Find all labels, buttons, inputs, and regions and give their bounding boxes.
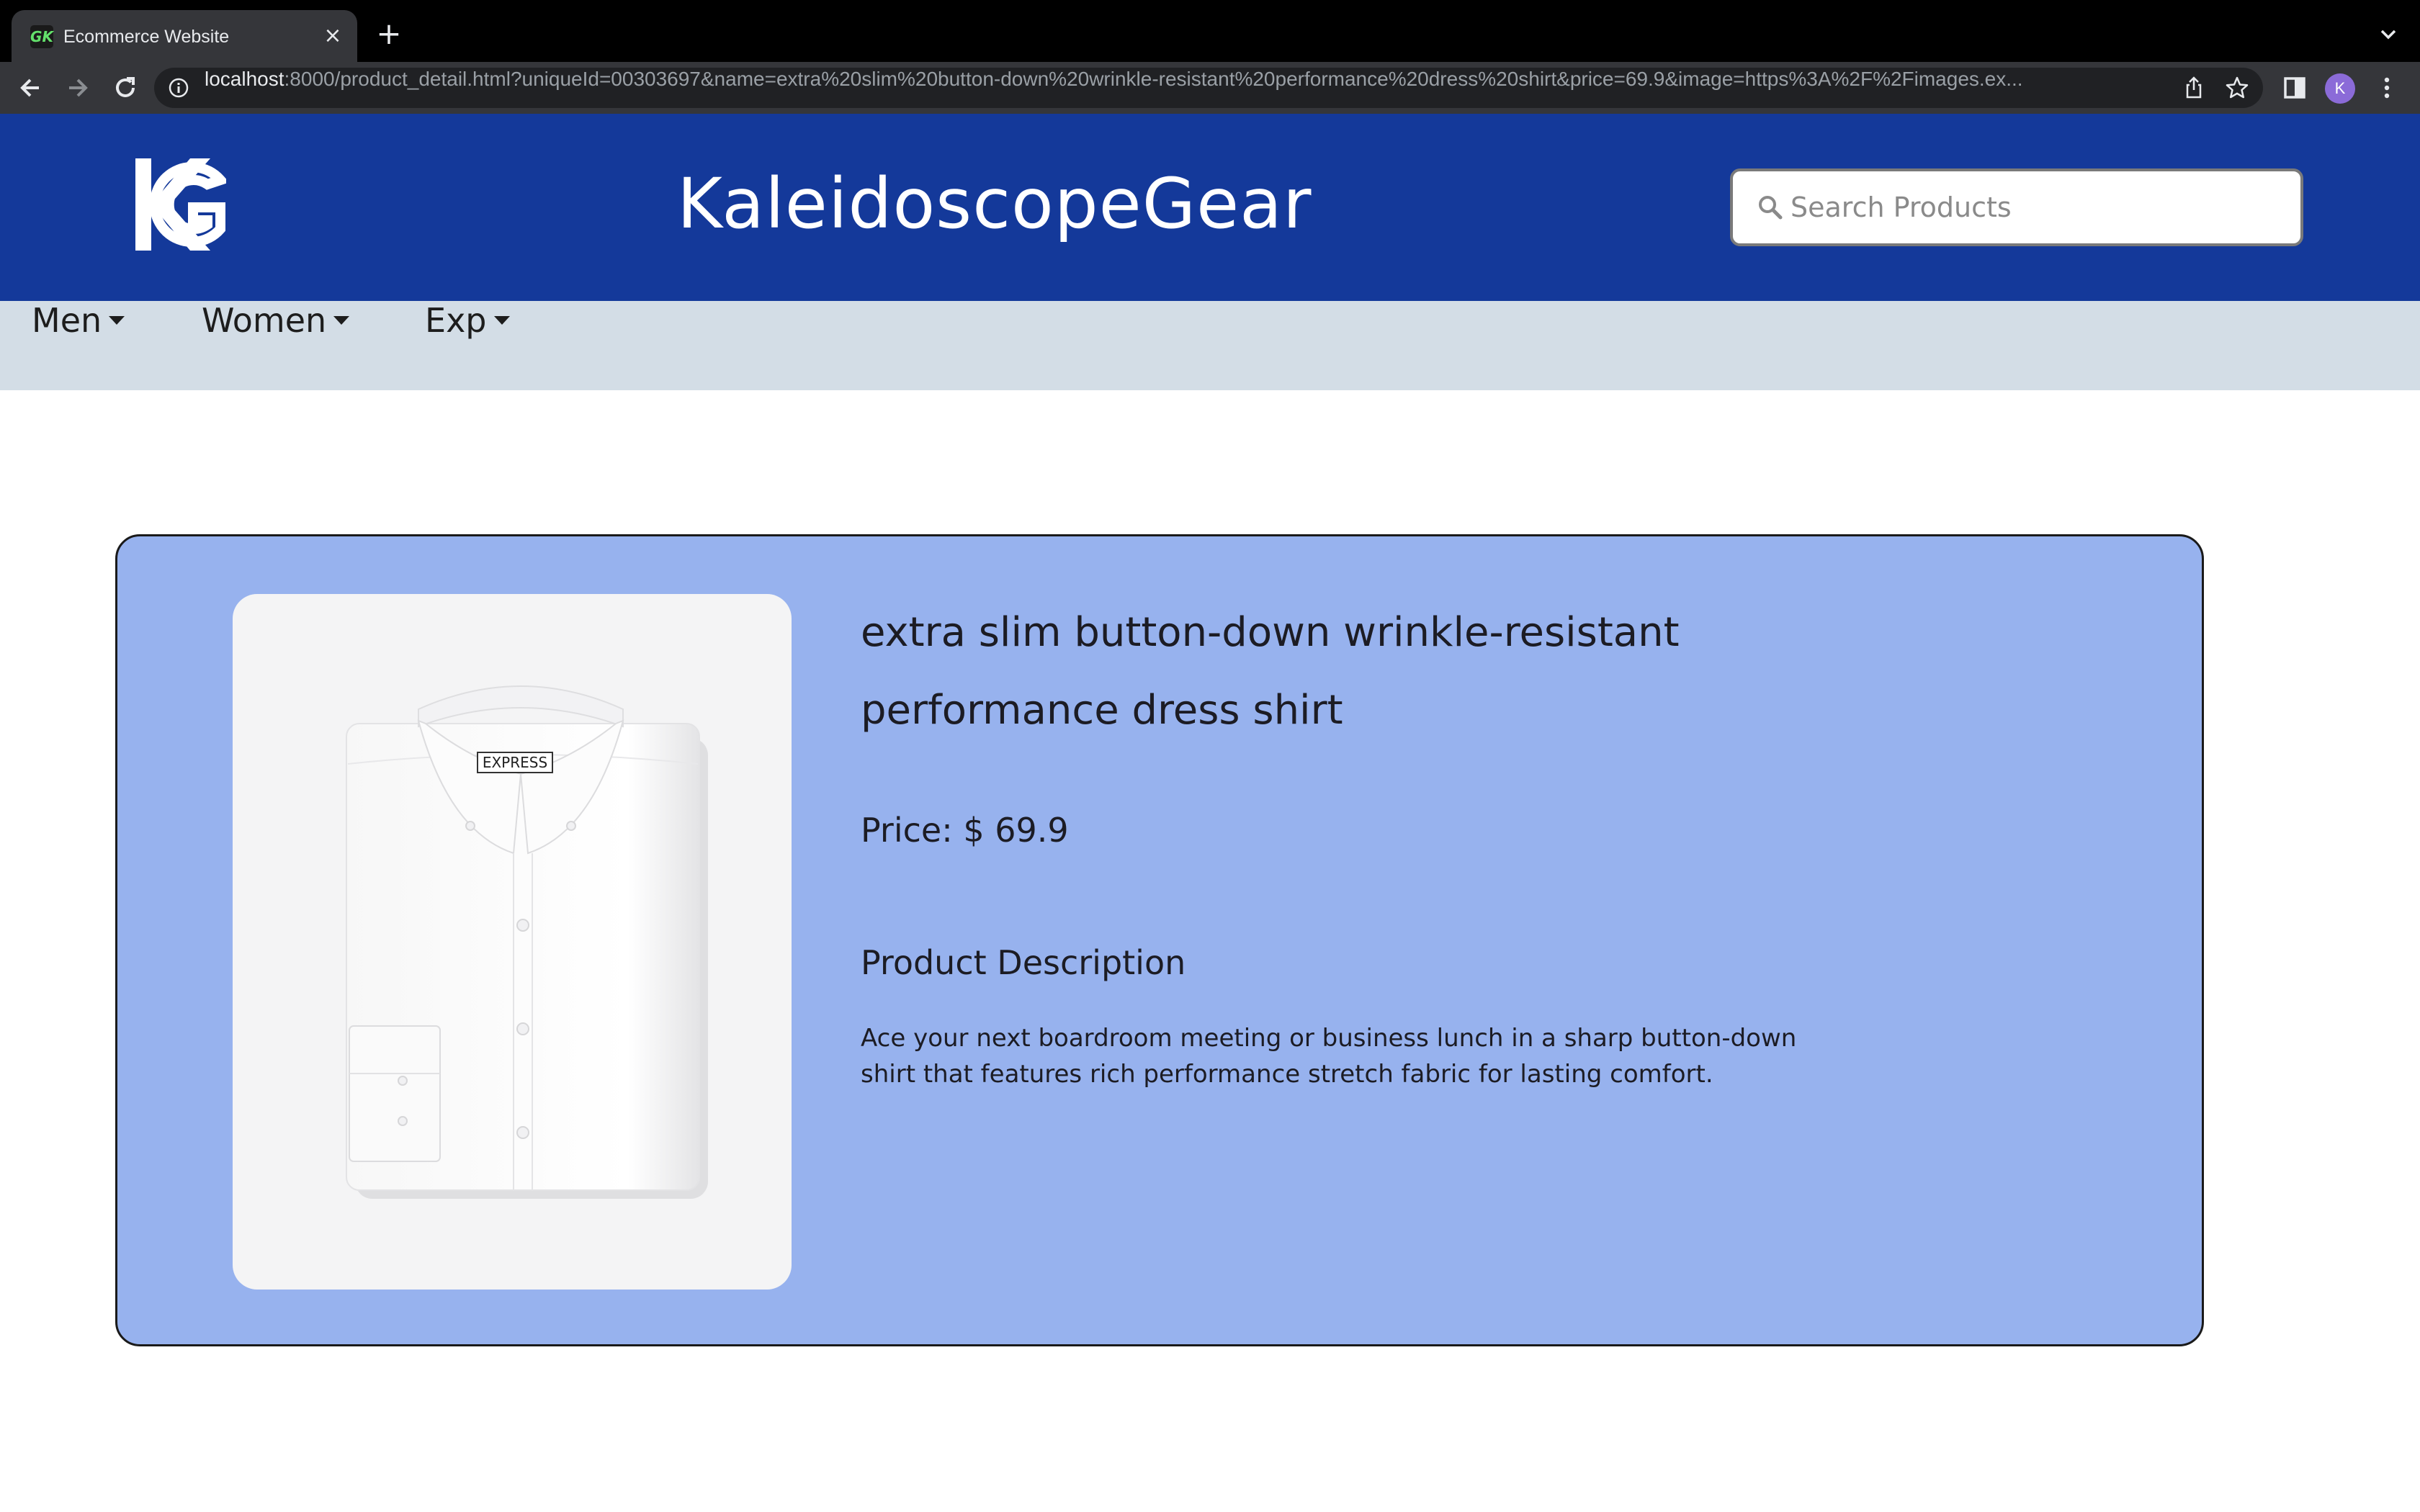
address-bar[interactable]: localhost:8000/product_detail.html?uniqu… (154, 68, 2263, 108)
product-price: Price: $ 69.9 (861, 811, 1069, 850)
nav-item-women[interactable]: Women (202, 301, 350, 390)
search-input[interactable] (1791, 181, 2287, 233)
caret-down-icon (109, 315, 125, 325)
back-arrow-icon[interactable] (13, 71, 48, 105)
tab-search-chevron-icon[interactable] (2372, 19, 2404, 50)
site-info-icon[interactable] (167, 76, 190, 99)
caret-down-icon (493, 315, 510, 325)
search-box[interactable] (1730, 168, 2303, 246)
tab-close-icon[interactable]: × (318, 22, 347, 50)
category-nav: Men Women Exp (0, 301, 2420, 390)
reload-icon[interactable] (108, 71, 143, 105)
product-title: extra slim button-down wrinkle-resistant… (861, 609, 1680, 734)
tab-title: Ecommerce Website (63, 27, 230, 47)
browser-tab-bar: GK Ecommerce Website × + (0, 0, 2420, 62)
browser-tab[interactable]: GK Ecommerce Website × (12, 10, 357, 62)
share-icon[interactable] (2181, 75, 2207, 101)
nav-item-label: Exp (425, 301, 487, 340)
nav-item-label: Men (32, 301, 102, 340)
menu-kebab-icon[interactable] (2370, 71, 2404, 105)
nav-item-label: Women (202, 301, 327, 340)
search-icon (1757, 194, 1783, 220)
url-path: :8000/product_detail.html?uniqueId=00303… (284, 68, 2023, 90)
site-logo[interactable] (133, 154, 230, 255)
product-image: EXPRESS (233, 594, 792, 1290)
bookmark-star-icon[interactable] (2224, 75, 2250, 101)
tab-favicon-icon: GK (30, 25, 53, 48)
url-host: localhost (205, 68, 284, 90)
site-brand-title: KaleidoscopeGear (677, 163, 1312, 244)
forward-arrow-icon[interactable] (60, 71, 95, 105)
nav-item-men[interactable]: Men (32, 301, 125, 390)
site-header: KaleidoscopeGear (0, 114, 2420, 301)
caret-down-icon (333, 315, 350, 325)
nav-item-exp[interactable]: Exp (425, 301, 510, 390)
side-panel-icon[interactable] (2277, 71, 2312, 105)
product-card: EXPRESS extra slim button-down wrinkle-r… (115, 534, 2204, 1346)
product-description: Ace your next boardroom meeting or busin… (861, 1024, 1797, 1089)
browser-toolbar: localhost:8000/product_detail.html?uniqu… (0, 62, 2420, 114)
url-text[interactable]: localhost:8000/product_detail.html?uniqu… (205, 68, 2164, 108)
new-tab-icon[interactable]: + (372, 17, 406, 52)
description-heading: Product Description (861, 943, 1186, 982)
profile-avatar[interactable]: K (2325, 73, 2355, 104)
shirt-label-text: EXPRESS (483, 754, 547, 771)
